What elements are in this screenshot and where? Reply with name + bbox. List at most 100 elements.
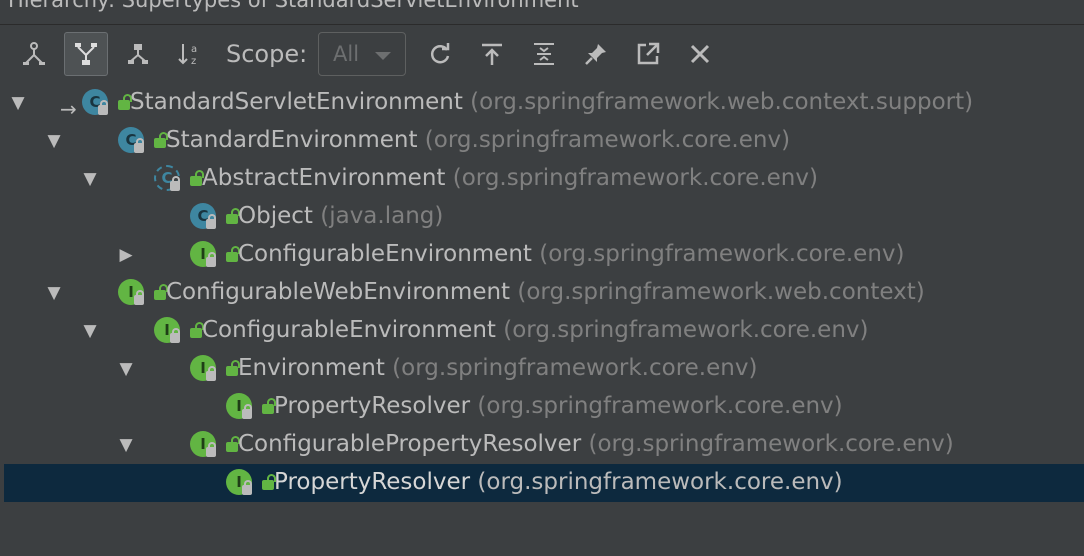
tree-row[interactable]: I PropertyResolver (org.springframework.c… xyxy=(4,464,1084,502)
tree-row[interactable]: I PropertyResolver (org.springframework.c… xyxy=(4,388,1084,426)
refresh-button[interactable] xyxy=(418,32,462,76)
package-name: (org.springframework.core.env) xyxy=(531,241,905,267)
supertypes-hierarchy-icon xyxy=(75,43,97,65)
tree-row-label: PropertyResolver (org.springframework.co… xyxy=(274,393,843,419)
type-name: ConfigurableEnvironment xyxy=(202,317,496,343)
scope-selected-value: All xyxy=(333,42,360,66)
refresh-icon xyxy=(430,43,450,64)
expand-toggle-icon[interactable]: ▶ xyxy=(116,245,136,265)
tree-row-label: Object (java.lang) xyxy=(238,203,443,229)
lock-icon xyxy=(206,214,216,229)
lock-icon xyxy=(170,176,180,191)
subtypes-hierarchy-button[interactable] xyxy=(12,32,56,76)
interface-icon: I xyxy=(226,469,254,497)
abstract-class-icon: C xyxy=(154,165,182,193)
svg-text:a: a xyxy=(191,44,197,55)
hierarchy-title: Hierarchy: Supertypes of StandardServlet… xyxy=(8,0,579,12)
scope-label: Scope: xyxy=(226,40,308,68)
supertypes-hierarchy-button[interactable] xyxy=(64,32,108,76)
type-name: Environment xyxy=(238,355,385,381)
tree-row-label: ConfigurableEnvironment (org.springframe… xyxy=(238,241,904,267)
interface-icon: I xyxy=(154,317,182,345)
collapse-toggle-icon[interactable]: ▼ xyxy=(44,131,64,151)
type-name: PropertyResolver xyxy=(274,393,471,419)
tree-row-label: ConfigurableEnvironment (org.springframe… xyxy=(202,317,868,343)
type-name: ConfigurableWebEnvironment xyxy=(166,279,511,305)
class-hierarchy-button[interactable] xyxy=(116,32,160,76)
package-name: (org.springframework.web.context) xyxy=(510,279,925,305)
lock-icon xyxy=(170,328,180,343)
type-name: StandardServletEnvironment xyxy=(130,89,463,115)
lock-icon xyxy=(134,290,144,305)
package-name: (org.springframework.core.env) xyxy=(470,469,843,495)
package-name: (org.springframework.core.env) xyxy=(445,165,818,191)
package-name: (org.springframework.core.env) xyxy=(470,393,843,419)
tree-row[interactable]: ▼ C → StandardServletEnvironment (org.sprin… xyxy=(4,84,1084,122)
lock-icon xyxy=(134,138,144,153)
export-button[interactable] xyxy=(470,32,514,76)
hierarchy-toolbar: az Scope: All xyxy=(0,25,1084,84)
hierarchy-tree[interactable]: ▼ C → StandardServletEnvironment (org.sprin… xyxy=(0,84,1084,556)
type-name: ConfigurableEnvironment xyxy=(238,241,532,267)
tree-row[interactable]: C Object (java.lang) xyxy=(4,198,1084,236)
sort-alphabetically-button[interactable]: az xyxy=(168,32,212,76)
tree-row-label: StandardServletEnvironment (org.springfr… xyxy=(130,89,973,115)
class-hierarchy-icon xyxy=(128,44,148,64)
tree-row[interactable]: ▼ C AbstractEnvironment (org.springframewo… xyxy=(4,160,1084,198)
package-name: (org.springframework.core.env) xyxy=(384,355,758,381)
interface-icon: I xyxy=(226,393,254,421)
lock-icon xyxy=(242,404,252,419)
pin-icon xyxy=(585,44,606,65)
open-in-new-button[interactable] xyxy=(626,32,670,76)
package-name: (org.springframework.web.context.support… xyxy=(462,89,974,115)
pin-button[interactable] xyxy=(574,32,618,76)
collapse-toggle-icon[interactable]: ▼ xyxy=(116,359,136,379)
interface-icon: I xyxy=(190,355,218,383)
tree-row-label: AbstractEnvironment (org.springframework… xyxy=(202,165,818,191)
tree-row[interactable]: ▼ I ConfigurableWebEnvironment (org.spring… xyxy=(4,274,1084,312)
scope-dropdown[interactable]: All xyxy=(318,32,406,76)
type-name: Object xyxy=(238,203,313,229)
close-button[interactable] xyxy=(678,32,722,76)
type-name: AbstractEnvironment xyxy=(202,165,446,191)
tree-row-label: ConfigurablePropertyResolver (org.spring… xyxy=(238,431,954,457)
type-name: StandardEnvironment xyxy=(166,127,418,153)
lock-icon xyxy=(242,480,252,495)
tree-row[interactable]: ▶ I ConfigurableEnvironment (org.springfra… xyxy=(4,236,1084,274)
tree-row[interactable]: ▼ I Environment (org.springframework.core.… xyxy=(4,350,1084,388)
export-icon xyxy=(482,43,502,65)
tree-row[interactable]: ▼ I ConfigurableEnvironment (org.springfra… xyxy=(4,312,1084,350)
collapse-toggle-icon[interactable]: ▼ xyxy=(80,169,100,189)
interface-icon: I xyxy=(190,431,218,459)
interface-icon: I xyxy=(118,279,146,307)
expand-all-icon xyxy=(534,43,554,65)
svg-text:z: z xyxy=(191,56,196,67)
tree-row-label: Environment (org.springframework.core.en… xyxy=(238,355,757,381)
lock-icon xyxy=(206,252,216,267)
lock-icon xyxy=(206,442,216,457)
package-name: (org.springframework.core.env) xyxy=(495,317,869,343)
package-name: (java.lang) xyxy=(312,203,444,229)
collapse-toggle-icon[interactable]: ▼ xyxy=(8,93,28,113)
lock-icon xyxy=(206,366,216,381)
tree-row[interactable]: ▼ C StandardEnvironment (org.springframewo… xyxy=(4,122,1084,160)
collapse-toggle-icon[interactable]: ▼ xyxy=(80,321,100,341)
open-in-new-icon xyxy=(637,42,660,65)
class-icon: C xyxy=(118,127,146,155)
hierarchy-title-bar: Hierarchy: Supertypes of StandardServlet… xyxy=(0,0,1084,25)
type-name: ConfigurablePropertyResolver xyxy=(238,431,582,457)
package-name: (org.springframework.core.env) xyxy=(417,127,791,153)
class-icon: C xyxy=(190,203,218,231)
close-icon xyxy=(690,44,710,64)
expand-all-button[interactable] xyxy=(522,32,566,76)
tree-row-label: StandardEnvironment (org.springframework… xyxy=(166,127,790,153)
lock-icon xyxy=(98,100,108,115)
collapse-toggle-icon[interactable]: ▼ xyxy=(44,283,64,303)
tree-row-label: PropertyResolver (org.springframework.co… xyxy=(274,469,843,495)
sort-alphabetically-icon: az xyxy=(178,44,197,67)
package-name: (org.springframework.core.env) xyxy=(581,431,954,457)
collapse-toggle-icon[interactable]: ▼ xyxy=(116,435,136,455)
tree-row[interactable]: ▼ I ConfigurablePropertyResolver (org.spri… xyxy=(4,426,1084,464)
class-icon: C → xyxy=(60,89,110,121)
tree-row-label: ConfigurableWebEnvironment (org.springfr… xyxy=(166,279,925,305)
